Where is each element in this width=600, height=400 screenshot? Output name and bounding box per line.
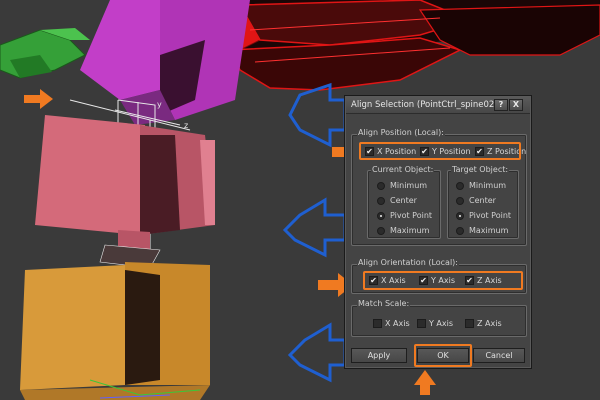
scale-x-box: [373, 319, 382, 328]
current-pivot-dot: [377, 211, 385, 220]
current-maximum-dot: [377, 226, 385, 235]
target-maximum-label: Maximum: [469, 226, 509, 235]
close-button[interactable]: X: [509, 99, 523, 111]
current-object-label: Current Object:: [371, 165, 435, 174]
ok-highlight: [414, 344, 472, 367]
target-pivot-radio[interactable]: Pivot Point: [456, 211, 511, 220]
current-minimum-label: Minimum: [390, 181, 428, 190]
current-maximum-label: Maximum: [390, 226, 430, 235]
scale-x-label: X Axis: [385, 319, 410, 328]
current-center-dot: [377, 196, 385, 205]
current-pivot-label: Pivot Point: [390, 211, 433, 220]
target-center-radio[interactable]: Center: [456, 196, 496, 205]
orientation-highlight: [363, 271, 523, 290]
scale-z-label: Z Axis: [477, 319, 502, 328]
current-minimum-radio[interactable]: Minimum: [377, 181, 427, 190]
scale-y-box: [417, 319, 426, 328]
target-maximum-dot: [456, 226, 464, 235]
target-object-label: Target Object:: [451, 165, 510, 174]
target-minimum-radio[interactable]: Minimum: [456, 181, 506, 190]
target-pivot-dot: [456, 211, 464, 220]
current-minimum-dot: [377, 181, 385, 190]
scale-z-checkbox[interactable]: Z Axis: [465, 319, 502, 328]
scale-y-label: Y Axis: [429, 319, 454, 328]
target-minimum-dot: [456, 181, 464, 190]
position-highlight: [359, 142, 521, 160]
current-center-label: Center: [390, 196, 417, 205]
cancel-button[interactable]: Cancel: [473, 348, 525, 363]
gizmo-z-label: z: [184, 121, 188, 130]
apply-button[interactable]: Apply: [351, 348, 407, 363]
align-selection-dialog[interactable]: Align Selection (PointCtrl_spine02) ? X …: [344, 95, 532, 369]
target-minimum-label: Minimum: [469, 181, 507, 190]
scale-y-checkbox[interactable]: Y Axis: [417, 319, 453, 328]
pink-box-mesh[interactable]: [35, 115, 215, 235]
dialog-titlebar[interactable]: Align Selection (PointCtrl_spine02) ? X: [346, 97, 530, 114]
help-button[interactable]: ?: [494, 99, 508, 111]
gizmo-y-label: y: [157, 100, 162, 109]
current-pivot-radio[interactable]: Pivot Point: [377, 211, 432, 220]
match-scale-label: Match Scale:: [357, 299, 411, 308]
target-center-label: Center: [469, 196, 496, 205]
current-center-radio[interactable]: Center: [377, 196, 417, 205]
target-center-dot: [456, 196, 464, 205]
align-orientation-label: Align Orientation (Local):: [357, 258, 459, 267]
target-maximum-radio[interactable]: Maximum: [456, 226, 508, 235]
target-pivot-label: Pivot Point: [469, 211, 512, 220]
orange-box-mesh[interactable]: [20, 262, 210, 400]
dialog-title: Align Selection (PointCtrl_spine02): [351, 100, 498, 110]
align-position-label: Align Position (Local):: [357, 128, 445, 137]
scale-x-checkbox[interactable]: X Axis: [373, 319, 410, 328]
scale-z-box: [465, 319, 474, 328]
current-maximum-radio[interactable]: Maximum: [377, 226, 429, 235]
